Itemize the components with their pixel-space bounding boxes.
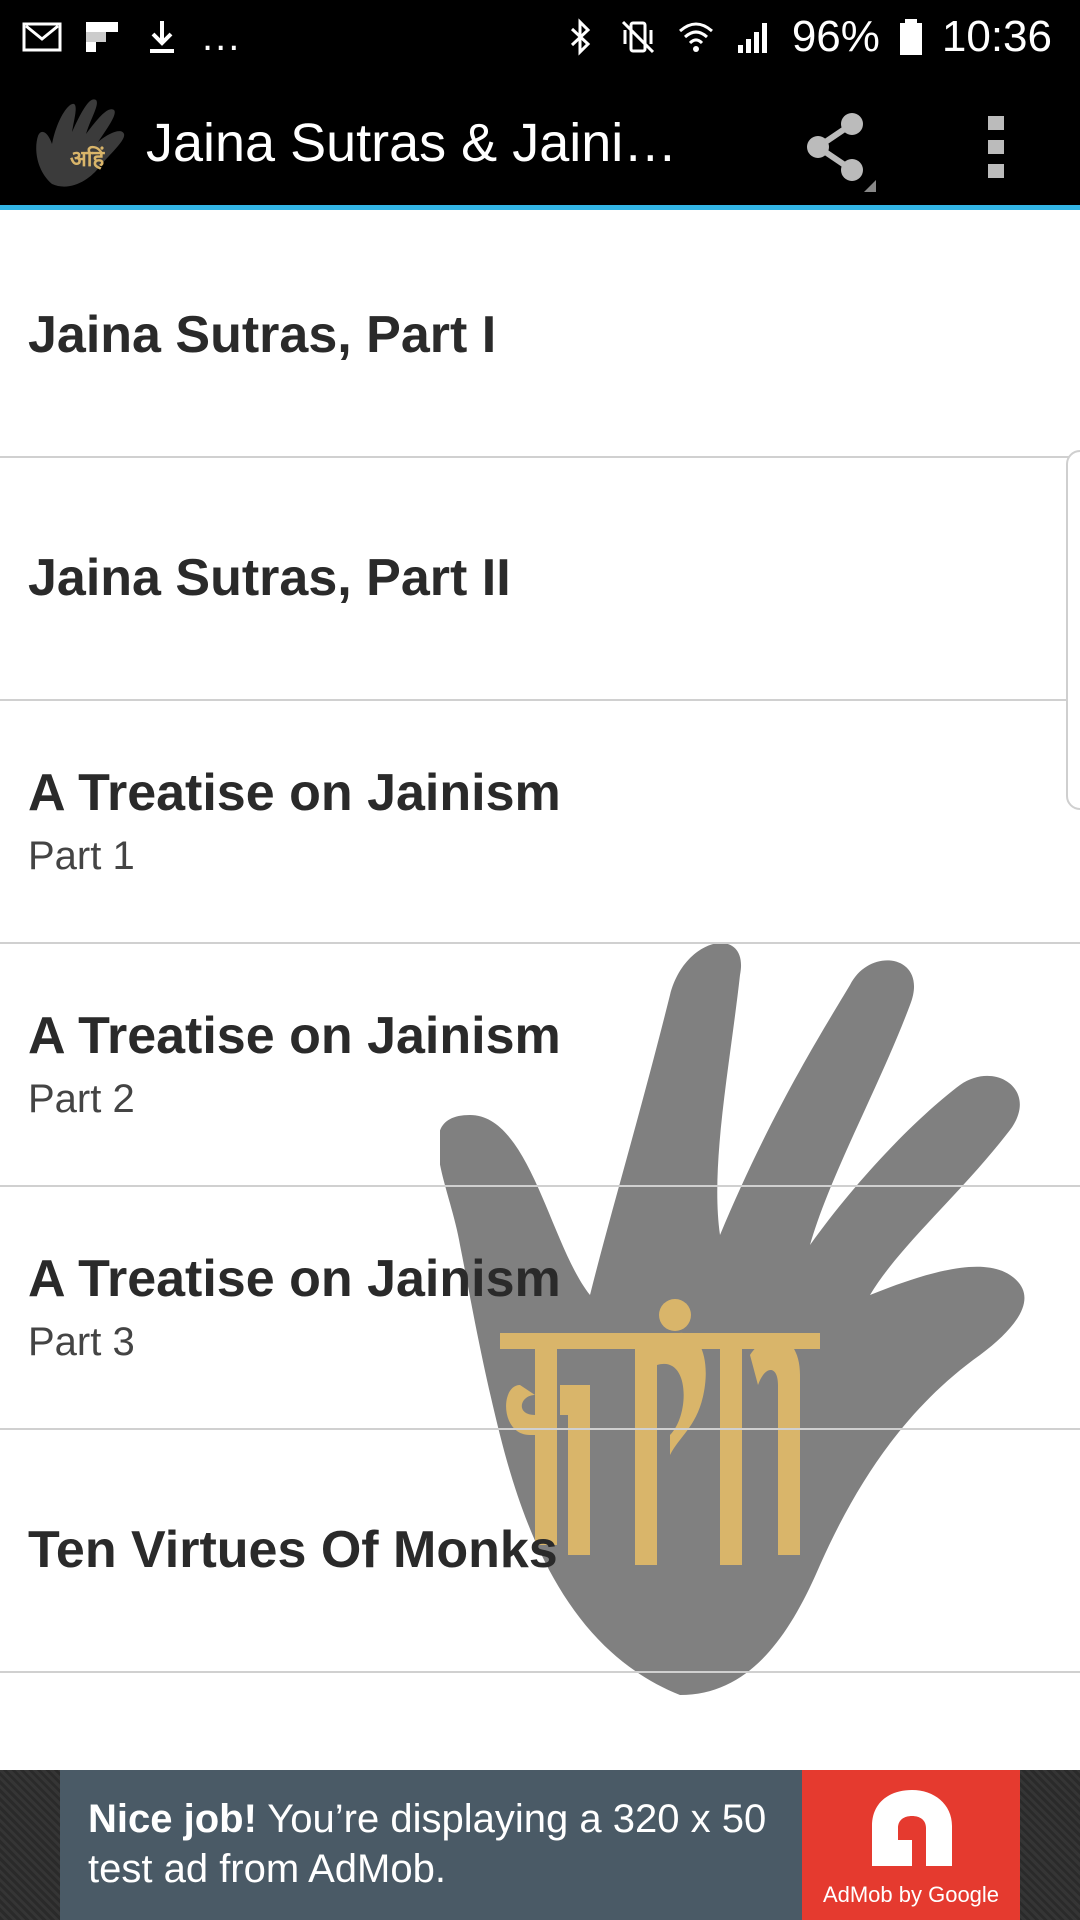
- ad-text: Nice job! You’re displaying a 320 x 50 t…: [60, 1770, 802, 1920]
- share-icon[interactable]: [784, 102, 880, 192]
- status-left: ...: [22, 17, 241, 57]
- battery-icon: [899, 19, 922, 55]
- app-screen: ... 96% 10:36 अहिं Jaina Sutras & Jainis…: [0, 0, 1080, 1920]
- overflow-menu-icon[interactable]: [964, 102, 1028, 192]
- app-logo-hand-icon[interactable]: अहिं: [30, 92, 134, 192]
- list-item-subtitle: Part 2: [28, 1076, 135, 1121]
- battery-percent: 96%: [791, 12, 880, 61]
- list-item-subtitle: Part 3: [28, 1319, 135, 1364]
- list-item-title: A Treatise on Jainism: [28, 764, 561, 823]
- app-title: Jaina Sutras & Jainis...: [146, 113, 686, 173]
- list-item[interactable]: Jaina Sutras, Part II: [0, 458, 1080, 701]
- list-item-title: A Treatise on Jainism: [28, 1250, 561, 1309]
- svg-text:अहिं: अहिं: [70, 145, 106, 172]
- list-item-title: Jaina Sutras, Part II: [28, 548, 511, 607]
- content-area: Jaina Sutras, Part I Jaina Sutras, Part …: [0, 215, 1080, 1770]
- list-item-title: Ten Virtues Of Monks: [28, 1520, 558, 1579]
- list-item-title: Jaina Sutras, Part I: [28, 305, 497, 364]
- ad-banner[interactable]: Nice job! You’re displaying a 320 x 50 t…: [60, 1770, 1020, 1920]
- list-item[interactable]: A Treatise on Jainism Part 3: [0, 1187, 1080, 1430]
- list-item-title: A Treatise on Jainism: [28, 1007, 561, 1066]
- status-more-dots: ...: [202, 15, 242, 59]
- ad-logo-label: AdMob by Google: [822, 1882, 1000, 1907]
- chapter-list: Jaina Sutras, Part I Jaina Sutras, Part …: [0, 215, 1080, 1673]
- vibrate-icon: [621, 20, 654, 54]
- download-icon: [150, 21, 174, 53]
- list-item[interactable]: A Treatise on Jainism Part 2: [0, 944, 1080, 1187]
- signal-icon: [737, 23, 767, 53]
- flipboard-icon: [86, 22, 118, 52]
- bluetooth-icon: [570, 18, 590, 56]
- status-bar: ... 96% 10:36: [0, 0, 1080, 74]
- admob-logo: AdMob by Google: [802, 1770, 1020, 1920]
- admob-icon: [872, 1790, 952, 1866]
- list-item[interactable]: Jaina Sutras, Part I: [0, 215, 1080, 458]
- fast-scroll-handle[interactable]: [1066, 450, 1080, 810]
- clock: 10:36: [941, 12, 1052, 61]
- gmail-icon: [22, 22, 62, 52]
- list-item[interactable]: A Treatise on Jainism Part 1: [0, 701, 1080, 944]
- list-item[interactable]: Ten Virtues Of Monks: [0, 1430, 1080, 1673]
- action-bar: अहिं Jaina Sutras & Jainis...: [0, 74, 1080, 210]
- ad-headline: Nice job!: [88, 1797, 257, 1841]
- list-item-subtitle: Part 1: [28, 833, 135, 878]
- wifi-icon: [678, 22, 713, 52]
- status-right: 96% 10:36: [560, 15, 1052, 59]
- ad-area: Nice job! You’re displaying a 320 x 50 t…: [0, 1770, 1080, 1920]
